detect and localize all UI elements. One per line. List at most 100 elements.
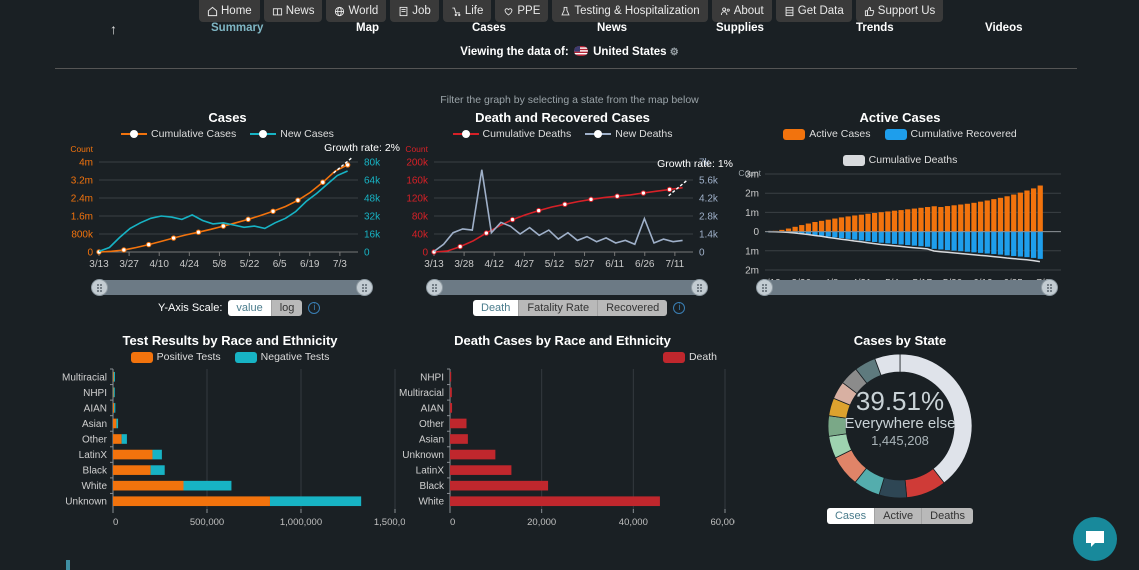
nav-button-job[interactable]: Job (390, 0, 439, 22)
active-bar[interactable] (1004, 196, 1010, 232)
subnav-item-summary[interactable]: Summary (211, 22, 263, 34)
active-slider-left-handle[interactable] (756, 279, 773, 296)
subnav-item-cases[interactable]: Cases (472, 22, 506, 34)
nav-button-get-data[interactable]: Get Data (775, 0, 852, 22)
active-bar[interactable] (858, 214, 864, 232)
recovered-bar[interactable] (858, 231, 864, 241)
bar-segment[interactable] (152, 449, 162, 460)
donut-tab-active[interactable]: Active (875, 508, 923, 524)
active-bar[interactable] (898, 210, 904, 232)
active-bar[interactable] (918, 207, 924, 232)
nav-button-news[interactable]: News (263, 0, 323, 22)
bar-segment[interactable] (113, 387, 115, 398)
active-bar[interactable] (964, 203, 970, 232)
bar-segment[interactable] (113, 434, 122, 444)
active-bar[interactable] (991, 199, 997, 232)
cases-slider-left-handle[interactable] (91, 279, 108, 296)
bar-segment[interactable] (450, 465, 512, 475)
tests-by-race-svg[interactable]: 0500,0001,000,0001,500,000MultiracialNHP… (55, 363, 416, 533)
recovered-bar[interactable] (977, 231, 984, 253)
death-option-recovered[interactable]: Recovered (598, 300, 668, 316)
recovered-bar[interactable] (1011, 231, 1017, 256)
cases-slider-right-handle[interactable] (356, 279, 373, 296)
nav-button-about[interactable]: About (711, 0, 772, 22)
bar-segment[interactable] (113, 480, 184, 491)
active-bar[interactable] (938, 207, 944, 232)
cases-legend-item[interactable]: New Cases (250, 128, 334, 140)
active-bar[interactable] (951, 205, 957, 232)
bar-segment[interactable] (113, 496, 270, 507)
cases-range-slider[interactable] (91, 279, 373, 296)
recovered-bar[interactable] (997, 231, 1004, 255)
nav-button-testing-hospitalization[interactable]: Testing & Hospitalization (552, 0, 708, 22)
bar-segment[interactable] (450, 434, 468, 444)
active-legend-item[interactable]: Active Cases (783, 128, 871, 140)
cases-legend-item[interactable]: Cumulative Cases (121, 128, 236, 140)
active-bar[interactable] (799, 225, 805, 232)
active-bar[interactable] (984, 200, 990, 232)
bar-segment[interactable] (450, 387, 452, 398)
active-range-slider[interactable] (756, 279, 1058, 296)
yaxis-option-value[interactable]: value (228, 300, 272, 316)
bar-segment[interactable] (113, 371, 115, 382)
recovered-bar[interactable] (931, 231, 937, 249)
chat-bubble-icon[interactable] (1073, 517, 1117, 561)
deaths-legend-item[interactable]: New Deaths (585, 128, 672, 140)
active-bar[interactable] (891, 210, 898, 232)
active-bar[interactable] (977, 201, 984, 232)
nav-button-ppe[interactable]: PPE (495, 0, 549, 22)
active-bar[interactable] (997, 197, 1004, 232)
bar-segment[interactable] (150, 465, 165, 475)
recovered-bar[interactable] (898, 231, 904, 245)
subnav-item-videos[interactable]: Videos (985, 22, 1023, 34)
active-bar[interactable] (958, 204, 964, 232)
bar-segment[interactable] (113, 465, 151, 475)
active-slider-right-handle[interactable] (1041, 279, 1058, 296)
active-bar[interactable] (832, 218, 838, 232)
active-bar[interactable] (852, 215, 858, 232)
bar-segment[interactable] (450, 496, 660, 507)
active-bar[interactable] (1024, 190, 1030, 232)
recovered-bar[interactable] (991, 231, 997, 255)
active-bar[interactable] (825, 219, 831, 232)
recovered-bar[interactable] (905, 231, 911, 246)
bar-segment[interactable] (116, 418, 119, 429)
recovered-bar[interactable] (825, 231, 831, 237)
death-metric-segmented[interactable]: Death Fatality Rate Recovered (473, 300, 668, 316)
nav-button-home[interactable]: Home (199, 0, 260, 22)
recovered-bar[interactable] (951, 231, 957, 251)
bar-segment[interactable] (113, 449, 153, 460)
active-bar[interactable] (1017, 192, 1023, 232)
bar-segment[interactable] (450, 418, 467, 429)
bar-segment[interactable] (450, 403, 453, 413)
subnav-item-map[interactable]: Map (356, 22, 379, 34)
recovered-bar[interactable] (885, 231, 891, 244)
active-bar[interactable] (885, 211, 891, 232)
recovered-bar[interactable] (1017, 231, 1023, 257)
active-bar[interactable] (878, 212, 884, 232)
bar-segment[interactable] (183, 480, 232, 491)
deaths-by-race-svg[interactable]: 0 20,000 40,000 60,000 NHPI Multiracial AIAN Ot… (390, 363, 740, 533)
subnav-item-supplies[interactable]: Supplies (716, 22, 764, 34)
recovered-bar[interactable] (958, 231, 964, 252)
deaths-range-slider[interactable] (426, 279, 708, 296)
active-cases-chart-svg[interactable]: Count3m2m1m01m2m3/133/264/84/215/45/175/… (725, 166, 1075, 298)
active-bar[interactable] (931, 206, 937, 232)
subnav-item-trends[interactable]: Trends (856, 22, 894, 34)
active-bar[interactable] (792, 226, 798, 232)
recovered-bar[interactable] (891, 231, 898, 244)
active-bar[interactable] (1030, 188, 1037, 232)
nav-button-support-us[interactable]: Support Us (855, 0, 944, 22)
recovered-bar[interactable] (984, 231, 990, 254)
active-bar[interactable] (971, 202, 977, 232)
recovered-bar[interactable] (865, 231, 871, 242)
recovered-bar[interactable] (944, 231, 951, 251)
cases-chart-svg[interactable]: Count 0 0 800k 16k 1.6m 32k 2.4m 48k 3.2m 64k 4m 80k… (55, 140, 400, 280)
bar-segment[interactable] (450, 449, 496, 460)
death-option-fatality-rate[interactable]: Fatality Rate (519, 300, 599, 316)
bar-segment[interactable] (450, 371, 452, 382)
active-bar[interactable] (911, 208, 917, 232)
active-bar[interactable] (1011, 194, 1017, 232)
bar-segment[interactable] (114, 403, 116, 413)
active-bar[interactable] (818, 220, 825, 232)
